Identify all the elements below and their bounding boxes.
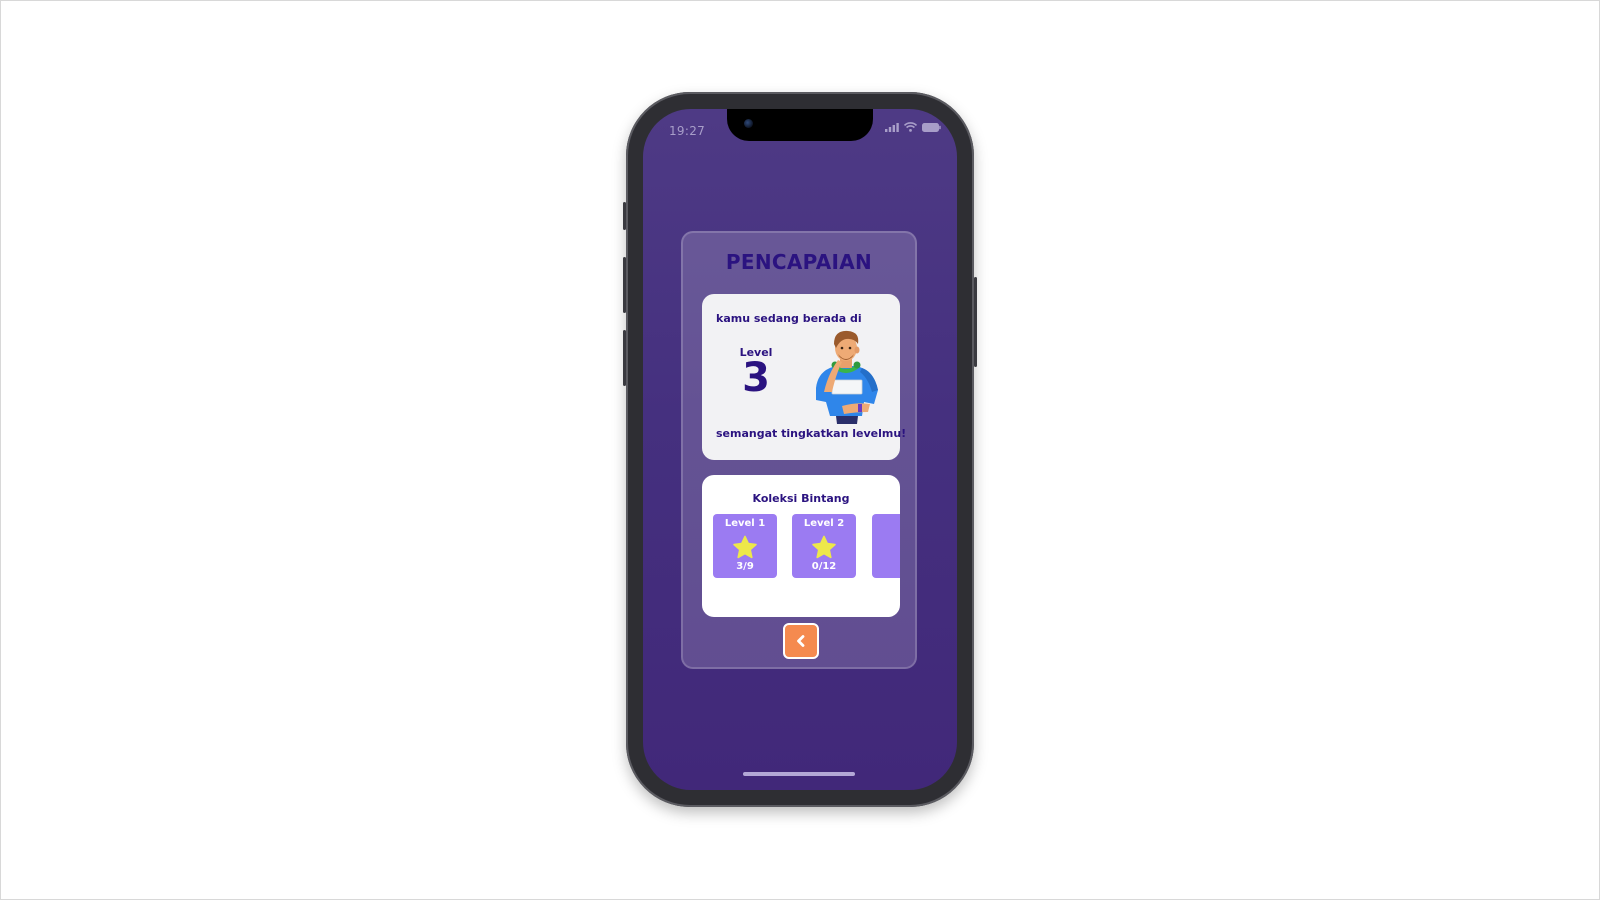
phone-frame: 19:27 PENCAPAIAN kamu sedang berada di L…: [623, 92, 977, 807]
tile-star-count: 0/12: [811, 561, 837, 572]
home-indicator[interactable]: [743, 772, 855, 776]
phone-screen: 19:27 PENCAPAIAN kamu sedang berada di L…: [643, 109, 957, 790]
level-card: kamu sedang berada di Level 3 semangat t…: [702, 294, 906, 460]
wifi-icon: [904, 122, 917, 132]
volume-down-button: [623, 330, 626, 386]
star-icon: [733, 535, 757, 559]
star-collection-title: Koleksi Bintang: [752, 492, 850, 505]
chevron-left-icon: [797, 635, 805, 647]
tile-level-label: Level 1: [724, 518, 766, 529]
level-intro-text: kamu sedang berada di: [716, 312, 862, 325]
achievement-panel: PENCAPAIAN kamu sedang berada di Level 3: [681, 231, 917, 669]
level-star-tile[interactable]: Level 2 0/12: [792, 514, 856, 578]
mute-switch: [623, 202, 626, 230]
power-button: [974, 277, 977, 367]
back-button[interactable]: [783, 623, 819, 659]
front-camera: [744, 119, 753, 128]
status-icons: [885, 122, 941, 132]
star-icon: [812, 535, 836, 559]
student-character-illustration: [816, 330, 878, 424]
level-encouragement-text: semangat tingkatkan levelmu!: [716, 427, 907, 440]
volume-up-button: [623, 257, 626, 313]
tile-level-label: Level 2: [803, 518, 845, 529]
status-time: 19:27: [669, 124, 706, 138]
level-number: 3: [742, 355, 770, 401]
level-star-tile[interactable]: Level 1 3/9: [713, 514, 777, 578]
tile-star-count: 3/9: [736, 561, 754, 572]
signal-icon: [885, 122, 899, 132]
page-title: PENCAPAIAN: [725, 250, 873, 274]
battery-icon: [922, 122, 941, 132]
notch: [727, 109, 873, 141]
star-collection-card: Koleksi Bintang Level 1 3/9 Level 2 0/12: [702, 475, 900, 617]
level-star-tile-partial[interactable]: [872, 514, 900, 578]
